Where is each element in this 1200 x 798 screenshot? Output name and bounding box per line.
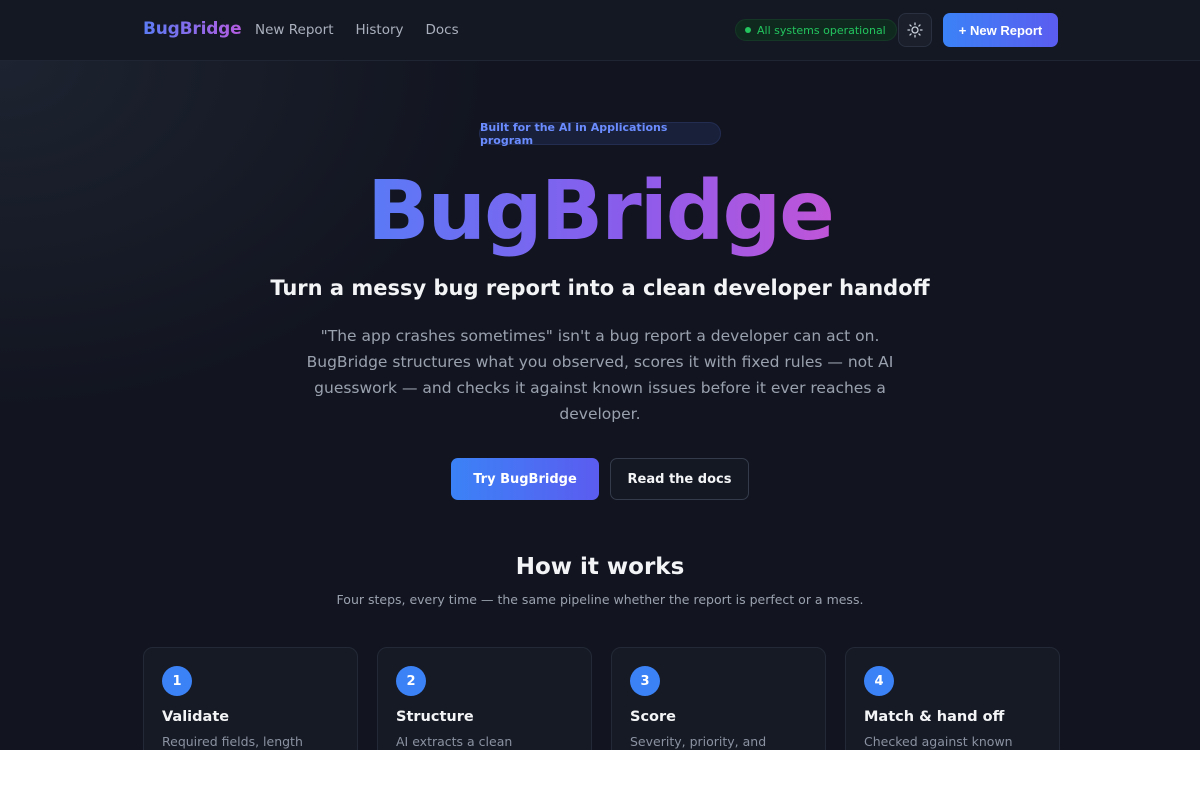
step-description: Required fields, length bbox=[162, 734, 303, 749]
status-badge: All systems operational bbox=[735, 19, 897, 41]
step-description: Severity, priority, and bbox=[630, 734, 767, 749]
page: BugBridge New Report History Docs All sy… bbox=[0, 0, 1200, 750]
theme-toggle-button[interactable] bbox=[898, 13, 932, 47]
sun-icon bbox=[907, 22, 923, 38]
how-it-works-title: How it works bbox=[515, 554, 685, 580]
status-text: All systems operational bbox=[757, 23, 886, 37]
nav-link-history[interactable]: History bbox=[356, 22, 404, 38]
step-title: Validate bbox=[162, 709, 230, 725]
nav-link-new-report[interactable]: New Report bbox=[255, 22, 334, 38]
step-number-badge: 3 bbox=[630, 666, 660, 696]
program-badge: Built for the AI in Applications program bbox=[479, 121, 721, 147]
step-description: Checked against known bbox=[864, 734, 1013, 749]
hero-subtitle: Turn a messy bug report into a clean dev… bbox=[270, 276, 930, 300]
new-report-button[interactable]: + New Report bbox=[943, 13, 1058, 47]
hero-description: "The app crashes sometimes" isn't a bug … bbox=[306, 327, 894, 423]
step-number-badge: 2 bbox=[396, 666, 426, 696]
how-it-works-subtitle: Four steps, every time — the same pipeli… bbox=[336, 592, 864, 607]
step-number-badge: 4 bbox=[864, 666, 894, 696]
hero-title: BugBridge bbox=[0, 162, 1200, 262]
nav-links: New Report History Docs bbox=[255, 22, 459, 38]
step-card-match-hand-off: 4 Match & hand off Checked against known bbox=[845, 647, 1060, 750]
step-card-structure: 2 Structure AI extracts a clean summary, bbox=[377, 647, 592, 750]
step-title: Match & hand off bbox=[864, 709, 1005, 725]
step-description: AI extracts a clean summary, bbox=[396, 734, 513, 749]
step-number-badge: 1 bbox=[162, 666, 192, 696]
hero-title-text: BugBridge bbox=[367, 164, 835, 259]
read-docs-button[interactable]: Read the docs bbox=[610, 458, 749, 500]
status-dot-icon bbox=[745, 27, 751, 33]
step-title: Score bbox=[630, 709, 676, 725]
nav-link-docs[interactable]: Docs bbox=[426, 22, 459, 38]
brand-logo[interactable]: BugBridge bbox=[143, 19, 242, 39]
try-bugbridge-button[interactable]: Try BugBridge bbox=[451, 458, 599, 500]
steps-list: 1 Validate Required fields, length 2 Str… bbox=[143, 647, 1060, 750]
step-card-validate: 1 Validate Required fields, length bbox=[143, 647, 358, 750]
step-title: Structure bbox=[396, 709, 474, 725]
step-card-score: 3 Score Severity, priority, and bbox=[611, 647, 826, 750]
navbar: BugBridge New Report History Docs All sy… bbox=[0, 0, 1200, 61]
